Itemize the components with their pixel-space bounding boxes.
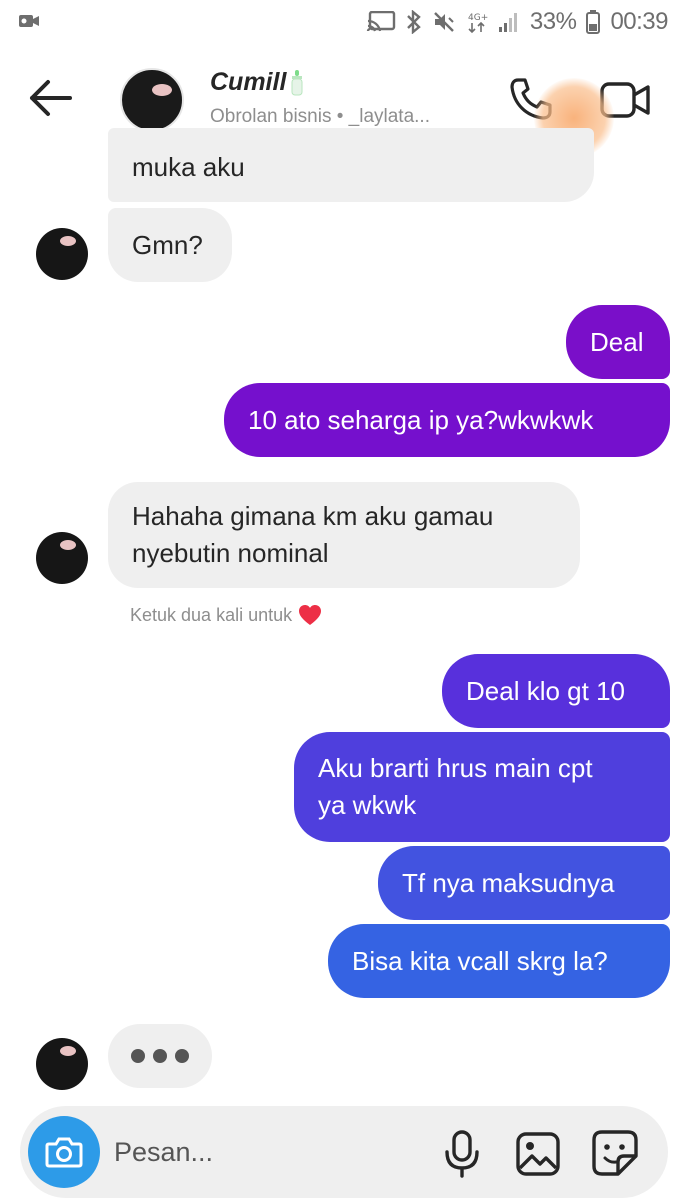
sender-avatar[interactable] [36, 532, 88, 584]
battery-icon [586, 10, 601, 34]
contact-name: Cumill [210, 68, 287, 96]
hint-text: Ketuk dua kali untuk [130, 604, 293, 625]
message-text: muka aku [132, 151, 245, 182]
status-bar: 4G+ 33% 00:39 [0, 0, 686, 44]
microphone-icon[interactable] [442, 1130, 482, 1178]
outgoing-message[interactable]: Tf nya maksudnya [378, 846, 670, 920]
data-4g-icon: 4G+ [468, 13, 488, 34]
incoming-message[interactable]: Gmn? [108, 208, 232, 282]
message-input[interactable] [114, 1128, 414, 1176]
sender-avatar[interactable] [36, 228, 88, 280]
typing-dots-icon [108, 1024, 212, 1088]
message-text: Deal [590, 326, 644, 357]
sender-avatar[interactable] [36, 1038, 88, 1090]
video-recorder-icon [19, 15, 39, 27]
clock: 00:39 [610, 8, 668, 35]
message-composer [20, 1106, 668, 1198]
message-line: nyebutin nominal [132, 538, 329, 568]
message-text: Tf nya maksudnya [402, 867, 615, 898]
sticker-icon[interactable] [592, 1130, 638, 1176]
message-line: Aku brarti hrus main cpt [318, 753, 593, 783]
chat-screen: 4G+ 33% 00:39 Cumill Obrolan bisnis • _l… [0, 0, 686, 1200]
baby-bottle-icon [291, 69, 303, 95]
gallery-icon[interactable] [516, 1132, 560, 1176]
contact-avatar[interactable] [120, 68, 184, 132]
mute-icon [434, 12, 454, 32]
message-text: Gmn? [132, 229, 203, 260]
message-text: Bisa kita vcall skrg la? [352, 945, 608, 976]
phone-icon[interactable] [508, 76, 554, 122]
outgoing-message[interactable]: Bisa kita vcall skrg la? [328, 924, 670, 998]
video-camera-icon[interactable] [600, 80, 652, 120]
cast-icon [366, 11, 396, 32]
message-line: Hahaha gimana km aku gamau [132, 501, 494, 531]
outgoing-message[interactable]: Aku brarti hrus main cpt ya wkwk [294, 732, 670, 842]
signal-icon [498, 13, 517, 32]
camera-button[interactable] [28, 1116, 100, 1188]
battery-percent: 33% [529, 8, 577, 35]
outgoing-message[interactable]: Deal [566, 305, 670, 379]
message-text: Deal klo gt 10 [466, 675, 625, 706]
outgoing-message[interactable]: Deal klo gt 10 [442, 654, 670, 728]
message-line: ya wkwk [318, 790, 417, 820]
svg-text:4G+: 4G+ [468, 13, 488, 23]
camera-icon [45, 1137, 83, 1168]
status-icons: 4G+ 33% 00:39 [366, 8, 668, 36]
incoming-message[interactable]: muka aku [108, 128, 594, 202]
double-tap-hint: Ketuk dua kali untuk [130, 604, 322, 626]
incoming-message[interactable]: Hahaha gimana km aku gamau nyebutin nomi… [108, 482, 580, 588]
heart-icon [299, 605, 322, 625]
outgoing-message[interactable]: 10 ato seharga ip ya?wkwkwk [224, 383, 670, 457]
contact-subtitle: Obrolan bisnis • _laylata... [210, 106, 430, 127]
contact-name-row[interactable]: Cumill [210, 68, 304, 97]
back-arrow-icon[interactable] [26, 76, 76, 120]
bluetooth-icon [407, 10, 421, 34]
message-text: 10 ato seharga ip ya?wkwkwk [248, 404, 594, 435]
